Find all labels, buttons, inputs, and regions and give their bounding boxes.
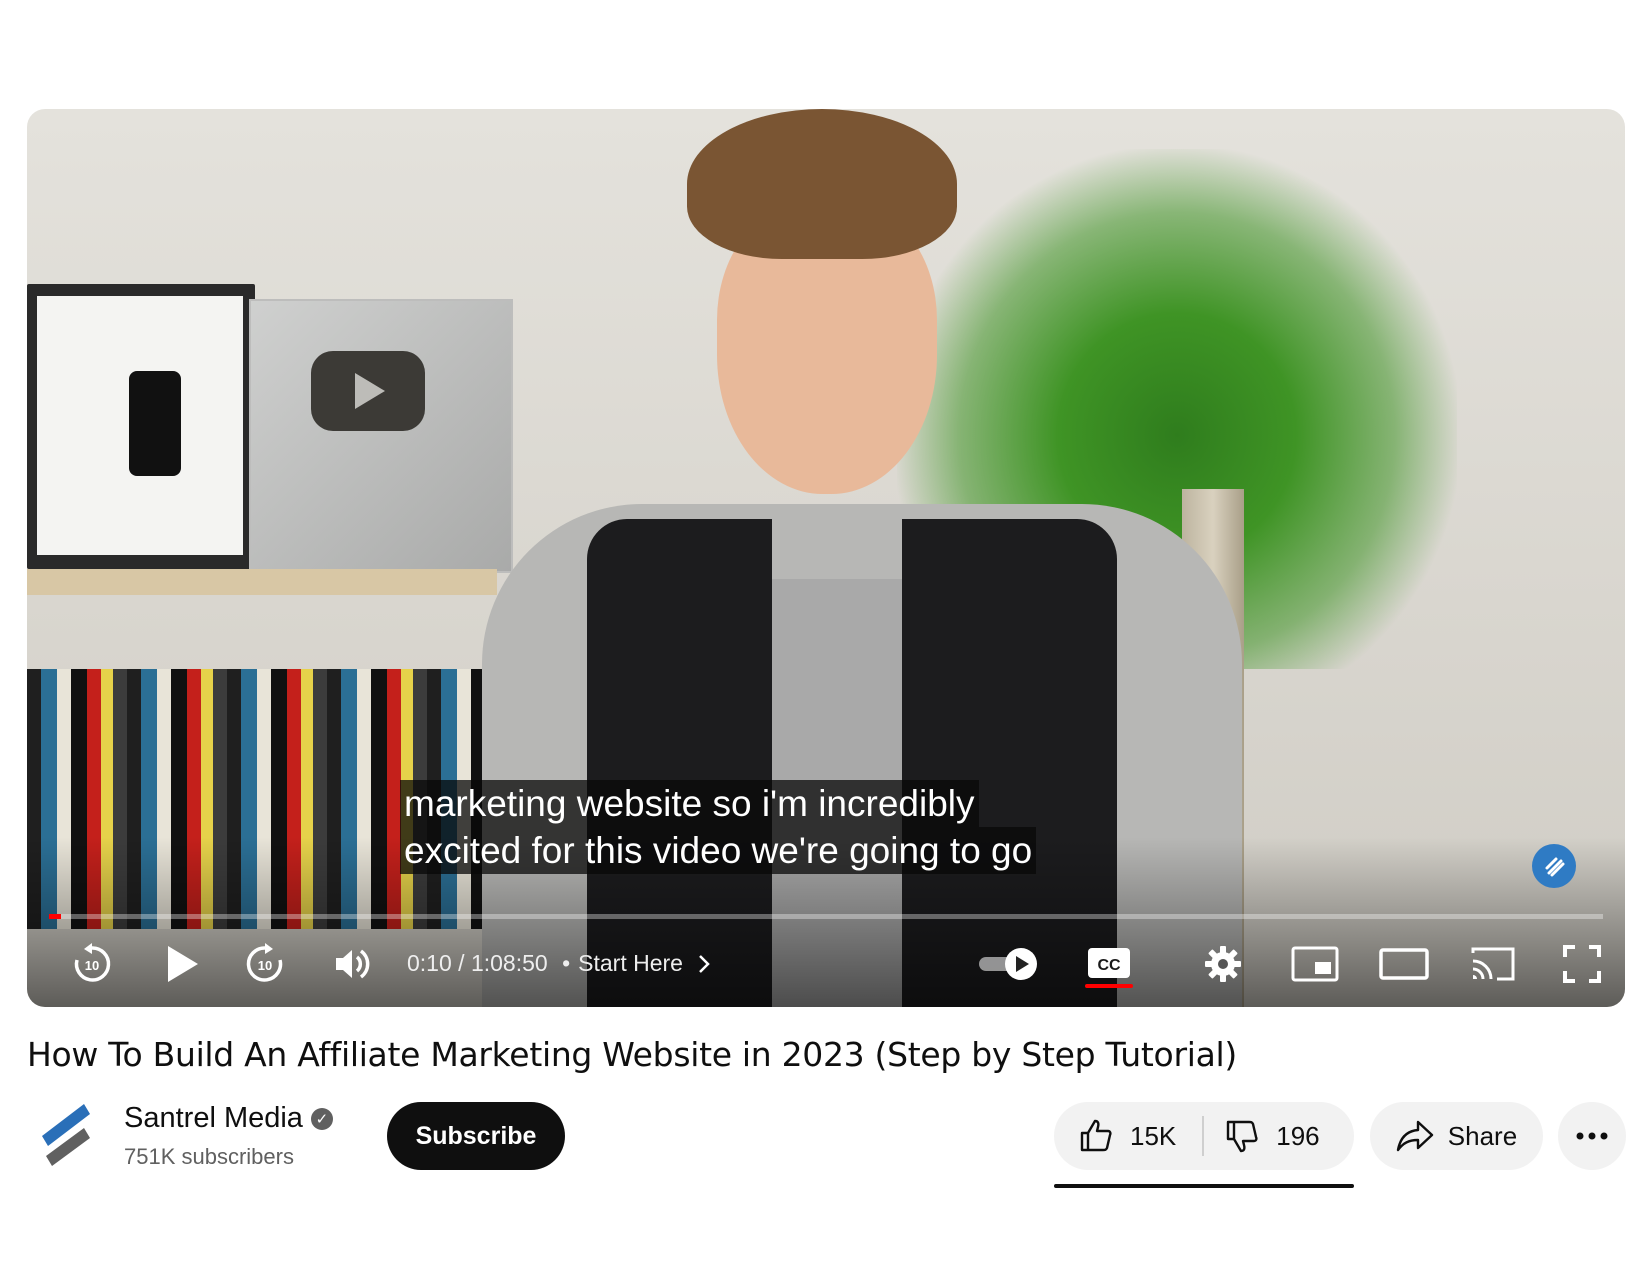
video-player[interactable]: marketing website so i'm incredibly exci… <box>27 109 1625 1007</box>
caption-line-1: marketing website so i'm incredibly <box>400 780 979 827</box>
time-display: 0:10 / 1:08:50 • Start Here <box>407 950 711 977</box>
video-title: How To Build An Affiliate Marketing Webs… <box>27 1035 1237 1074</box>
cast-icon[interactable] <box>1467 938 1519 990</box>
chapter-title[interactable]: Start Here <box>578 950 683 976</box>
more-horizontal-icon <box>1576 1132 1608 1140</box>
like-dislike-group: 15K 196 <box>1054 1102 1354 1170</box>
avatar[interactable] <box>38 1100 94 1166</box>
volume-icon[interactable] <box>327 938 377 990</box>
rewind-seconds: 10 <box>85 958 99 973</box>
play-icon[interactable] <box>157 938 207 990</box>
forward-10-icon[interactable]: 10 <box>240 938 290 990</box>
thumbs-up-icon <box>1080 1119 1112 1152</box>
share-button[interactable]: Share <box>1370 1102 1543 1170</box>
dislike-count: 196 <box>1276 1120 1320 1151</box>
more-actions-button[interactable] <box>1558 1102 1626 1170</box>
duration: 1:08:50 <box>470 950 548 976</box>
svg-text:CC: CC <box>1097 957 1121 974</box>
current-time: 0:10 <box>407 950 452 976</box>
channel-name-row: Santrel Media ✓ <box>124 1102 333 1135</box>
captions-active-indicator <box>1085 984 1133 988</box>
like-button[interactable]: 15K <box>1054 1102 1176 1170</box>
progress-played <box>49 914 62 919</box>
gear-icon[interactable] <box>1199 938 1247 990</box>
forward-seconds: 10 <box>258 958 272 973</box>
autoplay-toggle-icon[interactable] <box>977 938 1041 990</box>
player-controls: 10 10 0:10 / 1:08:50 • Start Here CC <box>27 934 1625 994</box>
subscribe-button[interactable]: Subscribe <box>387 1102 565 1170</box>
channel-name[interactable]: Santrel Media <box>124 1102 303 1135</box>
like-divider <box>1202 1116 1205 1156</box>
caption-line-2: excited for this video we're going to go <box>400 827 1037 874</box>
like-ratio-bar <box>1054 1184 1354 1188</box>
progress-bar[interactable] <box>49 914 1603 919</box>
chevron-right-icon[interactable] <box>697 954 711 974</box>
share-label: Share <box>1447 1120 1518 1151</box>
shelf <box>27 569 497 595</box>
captions-icon[interactable]: CC <box>1085 938 1133 990</box>
channel-watermark[interactable] <box>1532 844 1576 888</box>
dislike-button[interactable]: 196 <box>1224 1118 1320 1154</box>
like-count: 15K <box>1130 1120 1177 1151</box>
subscriber-count: 751K subscribers <box>124 1144 294 1169</box>
thumbs-down-icon <box>1227 1120 1258 1153</box>
chapter-dot: • <box>562 950 571 976</box>
miniplayer-icon[interactable] <box>1289 938 1341 990</box>
person-hair <box>687 109 957 259</box>
fullscreen-icon[interactable] <box>1559 938 1605 990</box>
captions-overlay: marketing website so i'm incredibly exci… <box>400 780 1037 874</box>
framed-phone-display <box>27 284 255 569</box>
time-separator: / <box>458 950 465 976</box>
silver-play-button-plaque <box>249 299 513 573</box>
verified-badge-icon: ✓ <box>310 1107 333 1130</box>
theater-mode-icon[interactable] <box>1377 938 1431 990</box>
rewind-10-icon[interactable]: 10 <box>67 938 117 990</box>
share-arrow-icon <box>1396 1120 1433 1152</box>
